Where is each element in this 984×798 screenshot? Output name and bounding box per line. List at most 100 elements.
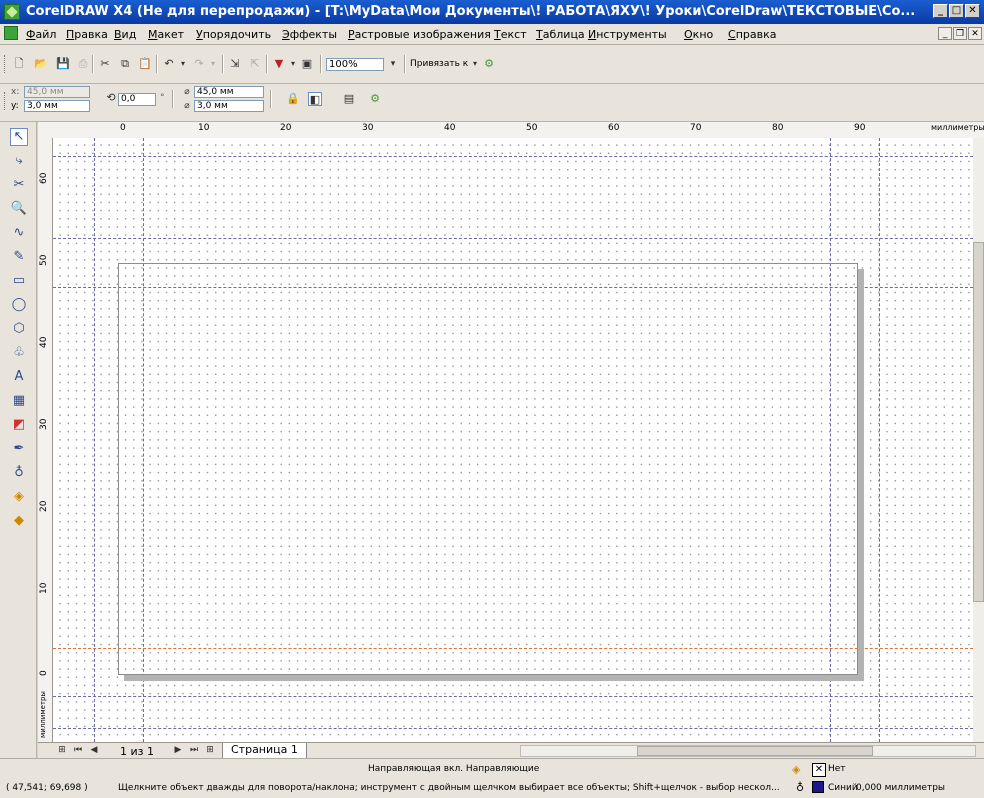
toolbox: ↖ ⤷ ✂ 🔍 ∿ ✎ ▭ ◯ ⬡ ♧ A ▦ ◩ ✒ ♁ ◈ ◆	[0, 122, 37, 762]
snap-dropdown-icon[interactable]: ▾	[468, 57, 482, 71]
guide-options-icon[interactable]: ▤	[342, 92, 356, 106]
minimize-button[interactable]: _	[933, 4, 948, 18]
rotation-angle-field[interactable]: 0,0	[118, 93, 156, 106]
width-field[interactable]: 45,0 мм	[194, 86, 264, 98]
rectangle-tool-icon[interactable]: ▭	[10, 272, 28, 290]
application-launcher-icon[interactable]: ▼	[272, 57, 286, 71]
tab-page-1[interactable]: Страница 1	[222, 743, 307, 759]
page-counter: 1 из 1	[120, 745, 154, 758]
y-position-field[interactable]: 3,0 мм	[24, 100, 90, 112]
horizontal-guide[interactable]	[53, 696, 973, 697]
outline-color-swatch[interactable]	[812, 781, 824, 793]
launcher-dropdown-icon[interactable]: ▾	[286, 57, 300, 71]
fill-tool-icon[interactable]: ◈	[10, 488, 28, 506]
ellipse-tool-icon[interactable]: ◯	[10, 296, 28, 314]
cut-icon[interactable]: ✂	[98, 57, 112, 71]
pick-tool-icon[interactable]: ↖	[10, 128, 28, 146]
coreldraw-app-icon[interactable]	[4, 4, 20, 20]
paste-icon[interactable]: 📋	[138, 57, 152, 71]
horizontal-ruler[interactable]: 0 10 20 30 40 50 60 70 80 90 миллиметры	[38, 122, 984, 139]
zoom-tool-icon[interactable]: 🔍	[10, 200, 28, 218]
zoom-level-field[interactable]: 100%	[326, 58, 384, 71]
maximize-button[interactable]: □	[949, 4, 964, 18]
x-position-field[interactable]: 45,0 мм	[24, 86, 90, 98]
snap-options-icon[interactable]: ⚙	[368, 92, 382, 106]
vertical-ruler[interactable]: 60 50 40 30 20 10 0 миллиметры	[38, 138, 53, 742]
export-icon[interactable]: ⇱	[248, 57, 262, 71]
vertical-guide[interactable]	[94, 138, 95, 742]
horizontal-guide[interactable]	[53, 728, 973, 729]
smart-fill-tool-icon[interactable]: ✎	[10, 248, 28, 266]
doc-close-button[interactable]: ✕	[968, 27, 982, 40]
ruler-label: 70	[690, 123, 702, 133]
last-page-icon[interactable]: ⏭	[188, 744, 200, 757]
welcome-screen-icon[interactable]: ▣	[300, 57, 314, 71]
ruler-unit: миллиметры	[931, 123, 984, 132]
zoom-dropdown-icon[interactable]: ▾	[386, 57, 400, 71]
horizontal-guide[interactable]	[53, 238, 973, 239]
menu-window[interactable]: Окно	[684, 28, 713, 41]
menu-bitmaps[interactable]: Растровые изображения	[348, 28, 491, 41]
new-document-icon[interactable]: 🗋	[12, 57, 26, 71]
ruler-label: 50	[39, 254, 49, 266]
drawing-canvas[interactable]	[53, 138, 973, 742]
menu-help[interactable]: Справка	[728, 28, 776, 41]
ruler-label: 10	[39, 582, 49, 594]
guide-toggle-icon[interactable]: ◧	[308, 92, 322, 106]
text-tool-icon[interactable]: A	[10, 368, 28, 386]
undo-dropdown-icon[interactable]: ▾	[176, 57, 190, 71]
first-page-icon[interactable]: ⏮	[72, 744, 84, 757]
toolbar-grip[interactable]	[4, 55, 8, 73]
horizontal-scroll-thumb[interactable]	[637, 746, 873, 756]
ruler-unit: миллиметры	[39, 691, 47, 738]
import-icon[interactable]: ⇲	[228, 57, 242, 71]
vertical-guide[interactable]	[879, 138, 880, 742]
menu-edit[interactable]: Правка	[66, 28, 108, 41]
redo-icon[interactable]: ↷	[192, 57, 206, 71]
next-page-icon[interactable]: ▶	[172, 744, 184, 757]
save-icon[interactable]: 💾	[56, 57, 70, 71]
horizontal-guide[interactable]	[53, 156, 973, 157]
height-icon: ⌀	[184, 101, 190, 111]
copy-icon[interactable]: ⧉	[118, 57, 132, 71]
menu-arrange[interactable]: Упорядочить	[196, 28, 271, 41]
document-icon[interactable]	[4, 26, 18, 40]
menu-view[interactable]: Вид	[114, 28, 136, 41]
freehand-tool-icon[interactable]: ∿	[10, 224, 28, 242]
snap-to-label[interactable]: Привязать к	[410, 59, 468, 69]
lock-icon[interactable]: 🔒	[286, 92, 300, 106]
basic-shapes-tool-icon[interactable]: ♧	[10, 344, 28, 362]
vertical-scroll-thumb[interactable]	[973, 242, 984, 602]
menu-text[interactable]: Текст	[494, 28, 527, 41]
prev-page-icon[interactable]: ◀	[88, 744, 100, 757]
add-page-before-icon[interactable]: ⊞	[56, 744, 68, 757]
vertical-scrollbar[interactable]	[973, 138, 984, 742]
menu-tools[interactable]: Инструменты	[588, 28, 667, 41]
interactive-fill-tool-icon[interactable]: ◆	[10, 512, 28, 530]
redo-dropdown-icon[interactable]: ▾	[206, 57, 220, 71]
polygon-tool-icon[interactable]: ⬡	[10, 320, 28, 338]
menu-effects[interactable]: Эффекты	[282, 28, 337, 41]
shape-tool-icon[interactable]: ⤷	[10, 152, 28, 170]
undo-icon[interactable]: ↶	[162, 57, 176, 71]
menu-file[interactable]: Файл	[26, 28, 56, 41]
horizontal-scrollbar[interactable]	[520, 745, 976, 757]
table-tool-icon[interactable]: ▦	[10, 392, 28, 410]
rotation-icon: ⟲	[106, 91, 116, 104]
open-icon[interactable]: 📂	[34, 57, 48, 71]
outline-tool-icon[interactable]: ♁	[10, 464, 28, 482]
height-field[interactable]: 3,0 мм	[194, 100, 264, 112]
crop-tool-icon[interactable]: ✂	[10, 176, 28, 194]
doc-restore-button[interactable]: ❐	[953, 27, 967, 40]
interactive-blend-tool-icon[interactable]: ◩	[10, 416, 28, 434]
menu-layout[interactable]: Макет	[148, 28, 184, 41]
options-icon[interactable]: ⚙	[482, 57, 496, 71]
print-icon[interactable]: ⎙	[76, 57, 90, 71]
property-bar-grip[interactable]	[4, 92, 8, 110]
eyedropper-tool-icon[interactable]: ✒	[10, 440, 28, 458]
menu-table[interactable]: Таблица	[536, 28, 585, 41]
doc-minimize-button[interactable]: _	[938, 27, 952, 40]
no-fill-swatch-icon[interactable]: ✕	[812, 763, 826, 777]
add-page-after-icon[interactable]: ⊞	[204, 744, 216, 757]
close-button[interactable]: ✕	[965, 4, 980, 18]
